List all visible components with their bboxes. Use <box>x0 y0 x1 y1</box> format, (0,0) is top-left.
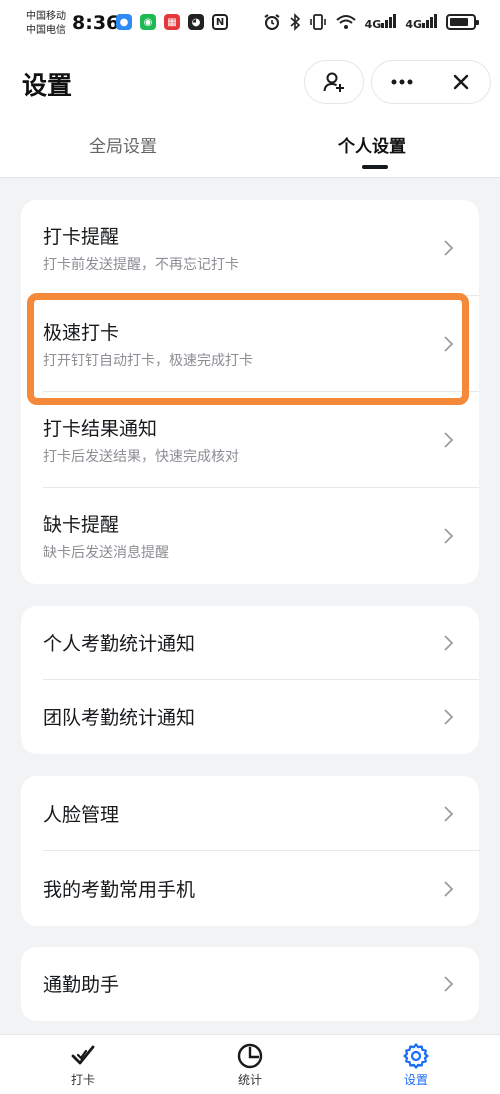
status-bar: 中国移动 中国电信 8:36 ● ◉ ▦ ◕ N 4G 4G <box>0 0 500 50</box>
signal-bars-icon <box>381 13 397 28</box>
tabs-divider <box>0 177 500 178</box>
item-subtitle: 打卡后发送结果，快速完成核对 <box>43 449 239 465</box>
list-item-personal-stats[interactable]: 个人考勤统计通知 <box>21 606 479 680</box>
highlight-box <box>27 293 469 405</box>
list-item-punch-reminder[interactable]: 打卡提醒 打卡前发送提醒，不再忘记打卡 <box>21 200 479 296</box>
message-app-icon: ● <box>116 14 132 30</box>
item-title: 缺卡提醒 <box>43 514 120 536</box>
pie-chart-icon <box>237 1043 263 1069</box>
chevron-right-icon <box>444 709 454 725</box>
carrier-1: 中国移动 <box>26 11 66 22</box>
list-item-commute-assistant[interactable]: 通勤助手 <box>21 947 479 1021</box>
tab-personal-settings[interactable]: 个人设置 <box>338 132 406 157</box>
bottom-nav: 打卡 统计 设置 <box>0 1034 500 1094</box>
nav-label: 设置 <box>403 1073 428 1087</box>
vibrate-icon <box>309 14 326 30</box>
signal-bars-icon <box>422 13 437 28</box>
chevron-right-icon <box>444 976 454 992</box>
qq-icon: ◕ <box>188 14 204 30</box>
status-time: 8:36 <box>72 12 120 34</box>
item-title: 我的考勤常用手机 <box>43 879 196 901</box>
signal-1: 4G <box>364 13 398 31</box>
wifi-icon <box>335 15 356 29</box>
capsule-buttons <box>371 60 491 104</box>
list-item-face-management[interactable]: 人脸管理 <box>21 776 479 851</box>
notification-icons: ● ◉ ▦ ◕ N <box>116 14 228 30</box>
list-item-missed-punch[interactable]: 缺卡提醒 缺卡后发送消息提醒 <box>21 488 479 584</box>
check-icon <box>71 1045 95 1065</box>
tab-active-indicator <box>362 165 388 169</box>
carrier-info: 中国移动 中国电信 <box>26 10 66 38</box>
item-title: 人脸管理 <box>43 804 120 826</box>
more-icon <box>391 79 412 85</box>
wechat-icon: ◉ <box>140 14 156 30</box>
list-item-punch-result[interactable]: 打卡结果通知 打卡后发送结果，快速完成核对 <box>21 392 479 488</box>
item-subtitle: 打卡前发送提醒，不再忘记打卡 <box>43 257 239 273</box>
item-subtitle: 缺卡后发送消息提醒 <box>43 545 169 561</box>
item-title: 打卡结果通知 <box>43 418 158 440</box>
close-button[interactable] <box>431 60 490 104</box>
item-title: 通勤助手 <box>43 974 120 996</box>
nav-settings[interactable]: 设置 <box>376 1043 456 1088</box>
chevron-right-icon <box>444 240 454 256</box>
add-contact-button[interactable] <box>304 60 364 104</box>
person-add-icon <box>323 72 344 92</box>
calendar-app-icon: ▦ <box>164 14 180 30</box>
page-title: 设置 <box>22 71 73 100</box>
nav-punch[interactable]: 打卡 <box>43 1043 123 1088</box>
nav-label: 统计 <box>237 1073 262 1087</box>
close-icon <box>453 74 468 90</box>
more-button[interactable] <box>372 60 431 104</box>
carrier-2: 中国电信 <box>26 25 66 36</box>
nav-label: 打卡 <box>70 1073 95 1087</box>
list-item-common-phone[interactable]: 我的考勤常用手机 <box>21 851 479 926</box>
signal-2: 4G <box>405 13 438 31</box>
alarm-icon <box>264 14 280 30</box>
chevron-right-icon <box>444 528 454 544</box>
battery-icon <box>446 14 479 30</box>
chevron-right-icon <box>444 881 454 897</box>
chevron-right-icon <box>444 432 454 448</box>
device-card: 人脸管理 我的考勤常用手机 <box>21 776 479 926</box>
signal-1-label: 4G <box>364 17 382 31</box>
item-title: 打卡提醒 <box>43 226 120 248</box>
statistics-card: 个人考勤统计通知 团队考勤统计通知 <box>21 606 479 754</box>
commute-card: 通勤助手 <box>21 947 479 1021</box>
chevron-right-icon <box>444 806 454 822</box>
nav-statistics[interactable]: 统计 <box>210 1043 290 1088</box>
list-item-team-stats[interactable]: 团队考勤统计通知 <box>21 680 479 754</box>
system-icons: 4G 4G <box>263 13 479 31</box>
chevron-right-icon <box>444 635 454 651</box>
item-title: 个人考勤统计通知 <box>43 633 196 655</box>
gear-icon <box>403 1043 429 1069</box>
item-title: 团队考勤统计通知 <box>43 707 196 729</box>
bluetooth-icon <box>290 13 300 31</box>
nfc-icon: N <box>212 14 228 30</box>
signal-2-label: 4G <box>405 17 422 31</box>
tab-global-settings[interactable]: 全局设置 <box>89 132 157 157</box>
